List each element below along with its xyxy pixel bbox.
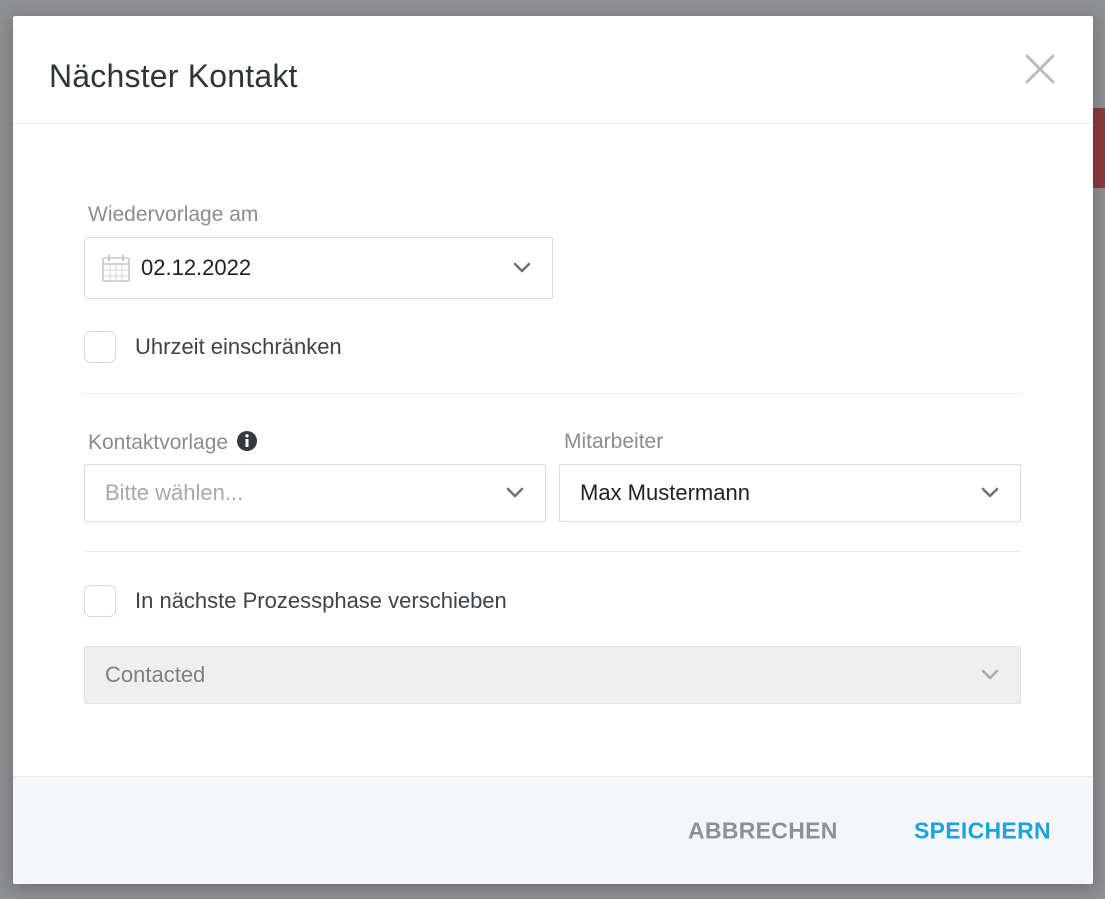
close-icon [1025, 54, 1055, 84]
next-contact-dialog: Nächster Kontakt Wiedervorlage am 02.12.… [13, 16, 1093, 884]
dialog-footer: ABBRECHEN SPEICHERN [13, 776, 1093, 884]
dialog-header: Nächster Kontakt [13, 16, 1093, 124]
cancel-button[interactable]: ABBRECHEN [688, 818, 838, 845]
info-icon[interactable] [236, 430, 258, 458]
employee-select[interactable]: Max Mustermann [559, 464, 1021, 522]
restrict-time-checkbox[interactable] [84, 331, 116, 363]
chevron-down-icon [505, 486, 525, 500]
section-divider [84, 393, 1021, 394]
chevron-down-icon [512, 261, 532, 275]
move-phase-checkbox[interactable] [84, 585, 116, 617]
follow-up-date-value: 02.12.2022 [141, 255, 252, 280]
contact-template-label: Kontaktvorlage [88, 430, 258, 458]
dialog-title: Nächster Kontakt [49, 58, 298, 94]
move-phase-label: In nächste Prozessphase verschieben [135, 588, 507, 613]
employee-label: Mitarbeiter [564, 430, 664, 453]
restrict-time-checkbox-row[interactable]: Uhrzeit einschränken [84, 331, 404, 363]
follow-up-date-picker[interactable]: 02.12.2022 [84, 237, 553, 299]
calendar-icon [101, 253, 131, 283]
background-accent-bar [1091, 108, 1105, 188]
chevron-down-icon [980, 668, 1000, 682]
section-divider [84, 551, 1021, 552]
close-button[interactable] [1023, 52, 1057, 86]
contact-template-label-text: Kontaktvorlage [88, 431, 229, 454]
contact-template-select[interactable]: Bitte wählen... [84, 464, 546, 522]
employee-value: Max Mustermann [580, 480, 750, 505]
follow-up-label: Wiedervorlage am [88, 203, 259, 226]
restrict-time-label: Uhrzeit einschränken [135, 334, 342, 359]
process-phase-select: Contacted [84, 646, 1021, 704]
save-button[interactable]: SPEICHERN [914, 818, 1051, 845]
process-phase-value: Contacted [105, 662, 206, 687]
contact-template-placeholder: Bitte wählen... [105, 480, 244, 505]
chevron-down-icon [980, 486, 1000, 500]
move-phase-checkbox-row[interactable]: In nächste Prozessphase verschieben [84, 585, 584, 617]
